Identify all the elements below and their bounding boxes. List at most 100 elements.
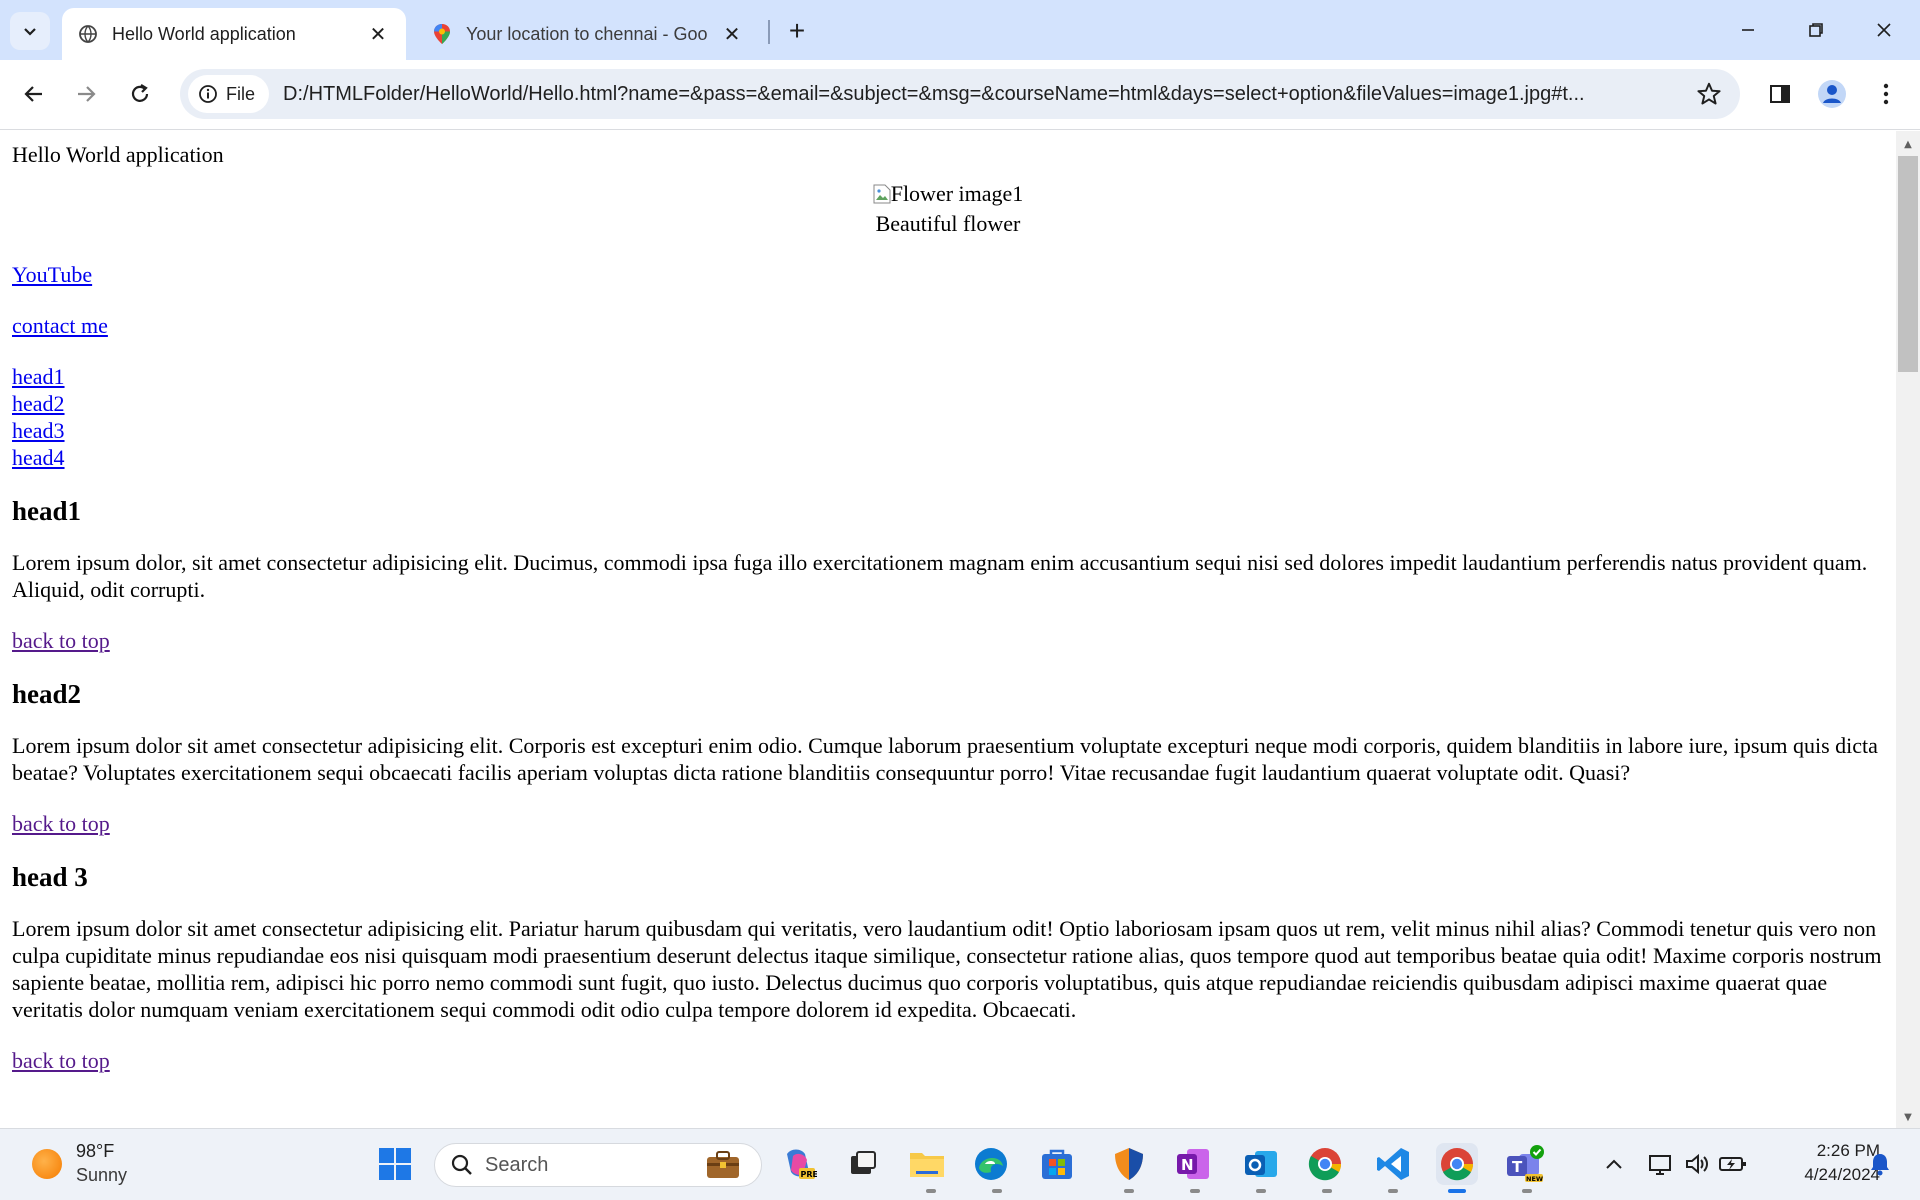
svg-text:NEW: NEW: [1526, 1175, 1543, 1183]
taskbar-search[interactable]: Search: [434, 1143, 762, 1187]
chrome-icon[interactable]: [1304, 1143, 1346, 1185]
scroll-up-arrow[interactable]: ▲: [1896, 133, 1920, 155]
tab-strip: Hello World application ✕ Your location …: [0, 0, 1920, 60]
new-tab-button[interactable]: +: [780, 14, 814, 48]
tab-maps[interactable]: Your location to chennai - Goo ✕: [416, 8, 760, 60]
show-hidden-icons-button[interactable]: [1592, 1143, 1636, 1185]
arrow-left-icon: [24, 86, 42, 102]
teams-icon[interactable]: T NEW: [1504, 1143, 1546, 1185]
running-indicator: [1322, 1189, 1332, 1193]
running-indicator: [1124, 1189, 1134, 1193]
vscode-icon[interactable]: [1372, 1143, 1414, 1185]
volume-icon[interactable]: [1678, 1143, 1716, 1185]
back-to-top-link[interactable]: back to top: [12, 1048, 110, 1073]
figure-caption: Beautiful flower: [875, 210, 1021, 236]
back-to-top-link[interactable]: back to top: [12, 811, 110, 836]
section-heading: head 3: [12, 861, 88, 892]
weather-temperature[interactable]: 98°F: [76, 1141, 114, 1162]
minimize-button[interactable]: [1718, 8, 1778, 52]
back-button[interactable]: [12, 72, 56, 116]
page-viewport: Hello World application Flower image1 Be…: [0, 131, 1896, 1128]
section-text: Lorem ipsum dolor sit amet consectetur a…: [12, 732, 1878, 785]
svg-text:T: T: [1512, 1158, 1523, 1176]
flower-image: Flower image1: [873, 180, 1024, 207]
image-alt-text: Flower image1: [890, 180, 1024, 206]
toc-link-head1[interactable]: head1: [12, 364, 65, 389]
browser-toolbar: File D:/HTMLFolder/HelloWorld/Hello.html…: [0, 60, 1920, 130]
vpn-shield-icon[interactable]: [1108, 1143, 1150, 1185]
battery-icon[interactable]: [1714, 1143, 1752, 1185]
site-info-chip[interactable]: File: [188, 75, 270, 113]
restore-button[interactable]: [1786, 8, 1846, 52]
running-indicator: [1190, 1189, 1200, 1193]
scroll-down-arrow[interactable]: ▼: [1896, 1106, 1920, 1128]
back-to-top-link[interactable]: back to top: [12, 628, 110, 653]
tab-search-button[interactable]: [10, 12, 50, 50]
windows-logo-icon: [379, 1148, 411, 1180]
contact-link[interactable]: contact me: [12, 313, 108, 338]
store-icon[interactable]: [1036, 1143, 1078, 1185]
svg-text:PRE: PRE: [801, 1170, 818, 1179]
network-icon[interactable]: [1642, 1143, 1680, 1185]
chevron-down-icon: [24, 28, 36, 36]
running-indicator: [992, 1189, 1002, 1193]
toc-list: head1 head2 head3 head4: [12, 363, 1884, 471]
forward-button[interactable]: [64, 72, 108, 116]
info-icon: [199, 85, 217, 103]
svg-text:N: N: [1181, 1156, 1194, 1174]
maps-pin-icon: [432, 24, 452, 44]
chevron-up-icon: [1606, 1159, 1622, 1169]
section-text: Lorem ipsum dolor sit amet consectetur a…: [12, 915, 1882, 1022]
section-heading: head2: [12, 678, 82, 709]
address-bar[interactable]: File D:/HTMLFolder/HelloWorld/Hello.html…: [180, 69, 1740, 119]
onenote-icon[interactable]: N: [1172, 1143, 1214, 1185]
tab-title: Your location to chennai - Goo: [466, 23, 708, 44]
search-label: Search: [485, 1153, 549, 1176]
section-heading: head1: [12, 495, 82, 526]
figure: Flower image1 Beautiful flower: [12, 180, 1884, 237]
windows-taskbar: 98°F Sunny Search PRE N T NEW 2:26 PM 4/…: [0, 1128, 1920, 1200]
weather-description[interactable]: Sunny: [76, 1165, 127, 1186]
star-icon[interactable]: [1696, 81, 1722, 107]
copilot-icon[interactable]: PRE: [778, 1143, 820, 1185]
url-text[interactable]: D:/HTMLFolder/HelloWorld/Hello.html?name…: [283, 83, 1673, 106]
reload-icon: [131, 84, 149, 102]
page-body: Hello World application Flower image1 Be…: [0, 141, 1896, 1074]
notification-bell-icon[interactable]: [1862, 1143, 1898, 1185]
outlook-icon[interactable]: [1240, 1143, 1282, 1185]
file-explorer-icon[interactable]: [906, 1143, 948, 1185]
task-view-icon[interactable]: [842, 1143, 884, 1185]
menu-button[interactable]: [1864, 72, 1908, 116]
toc-link-head2[interactable]: head2: [12, 391, 65, 416]
reload-button[interactable]: [118, 72, 162, 116]
side-panel-icon: [1770, 85, 1790, 103]
close-window-button[interactable]: [1854, 8, 1914, 52]
youtube-link[interactable]: YouTube: [12, 262, 92, 287]
running-indicator: [1388, 1189, 1398, 1193]
running-indicator: [1522, 1189, 1532, 1193]
tab-hello-world[interactable]: Hello World application ✕: [62, 8, 406, 60]
minimize-icon: [1742, 29, 1754, 31]
tab-title: Hello World application: [112, 23, 296, 44]
close-icon[interactable]: ✕: [720, 22, 744, 46]
running-indicator: [1256, 1189, 1266, 1193]
site-chip-label: File: [226, 83, 256, 104]
restore-icon: [1809, 23, 1823, 37]
globe-icon: [78, 24, 98, 44]
scrollbar-thumb[interactable]: [1898, 156, 1918, 372]
toc-link-head4[interactable]: head4: [12, 445, 65, 470]
more-vert-icon: [1883, 83, 1889, 105]
section-text: Lorem ipsum dolor, sit amet consectetur …: [12, 549, 1868, 602]
broken-image-icon: [873, 184, 891, 203]
toc-link-head3[interactable]: head3: [12, 418, 65, 443]
close-icon[interactable]: ✕: [366, 22, 390, 46]
sun-icon[interactable]: [32, 1149, 62, 1179]
tab-divider: [768, 20, 770, 44]
profile-button[interactable]: [1810, 72, 1854, 116]
side-panel-button[interactable]: [1758, 72, 1802, 116]
start-button[interactable]: [374, 1143, 416, 1185]
avatar-icon: [1818, 80, 1846, 108]
edge-icon[interactable]: [970, 1143, 1012, 1185]
search-icon: [451, 1154, 472, 1175]
chrome-active-icon[interactable]: [1436, 1143, 1478, 1185]
